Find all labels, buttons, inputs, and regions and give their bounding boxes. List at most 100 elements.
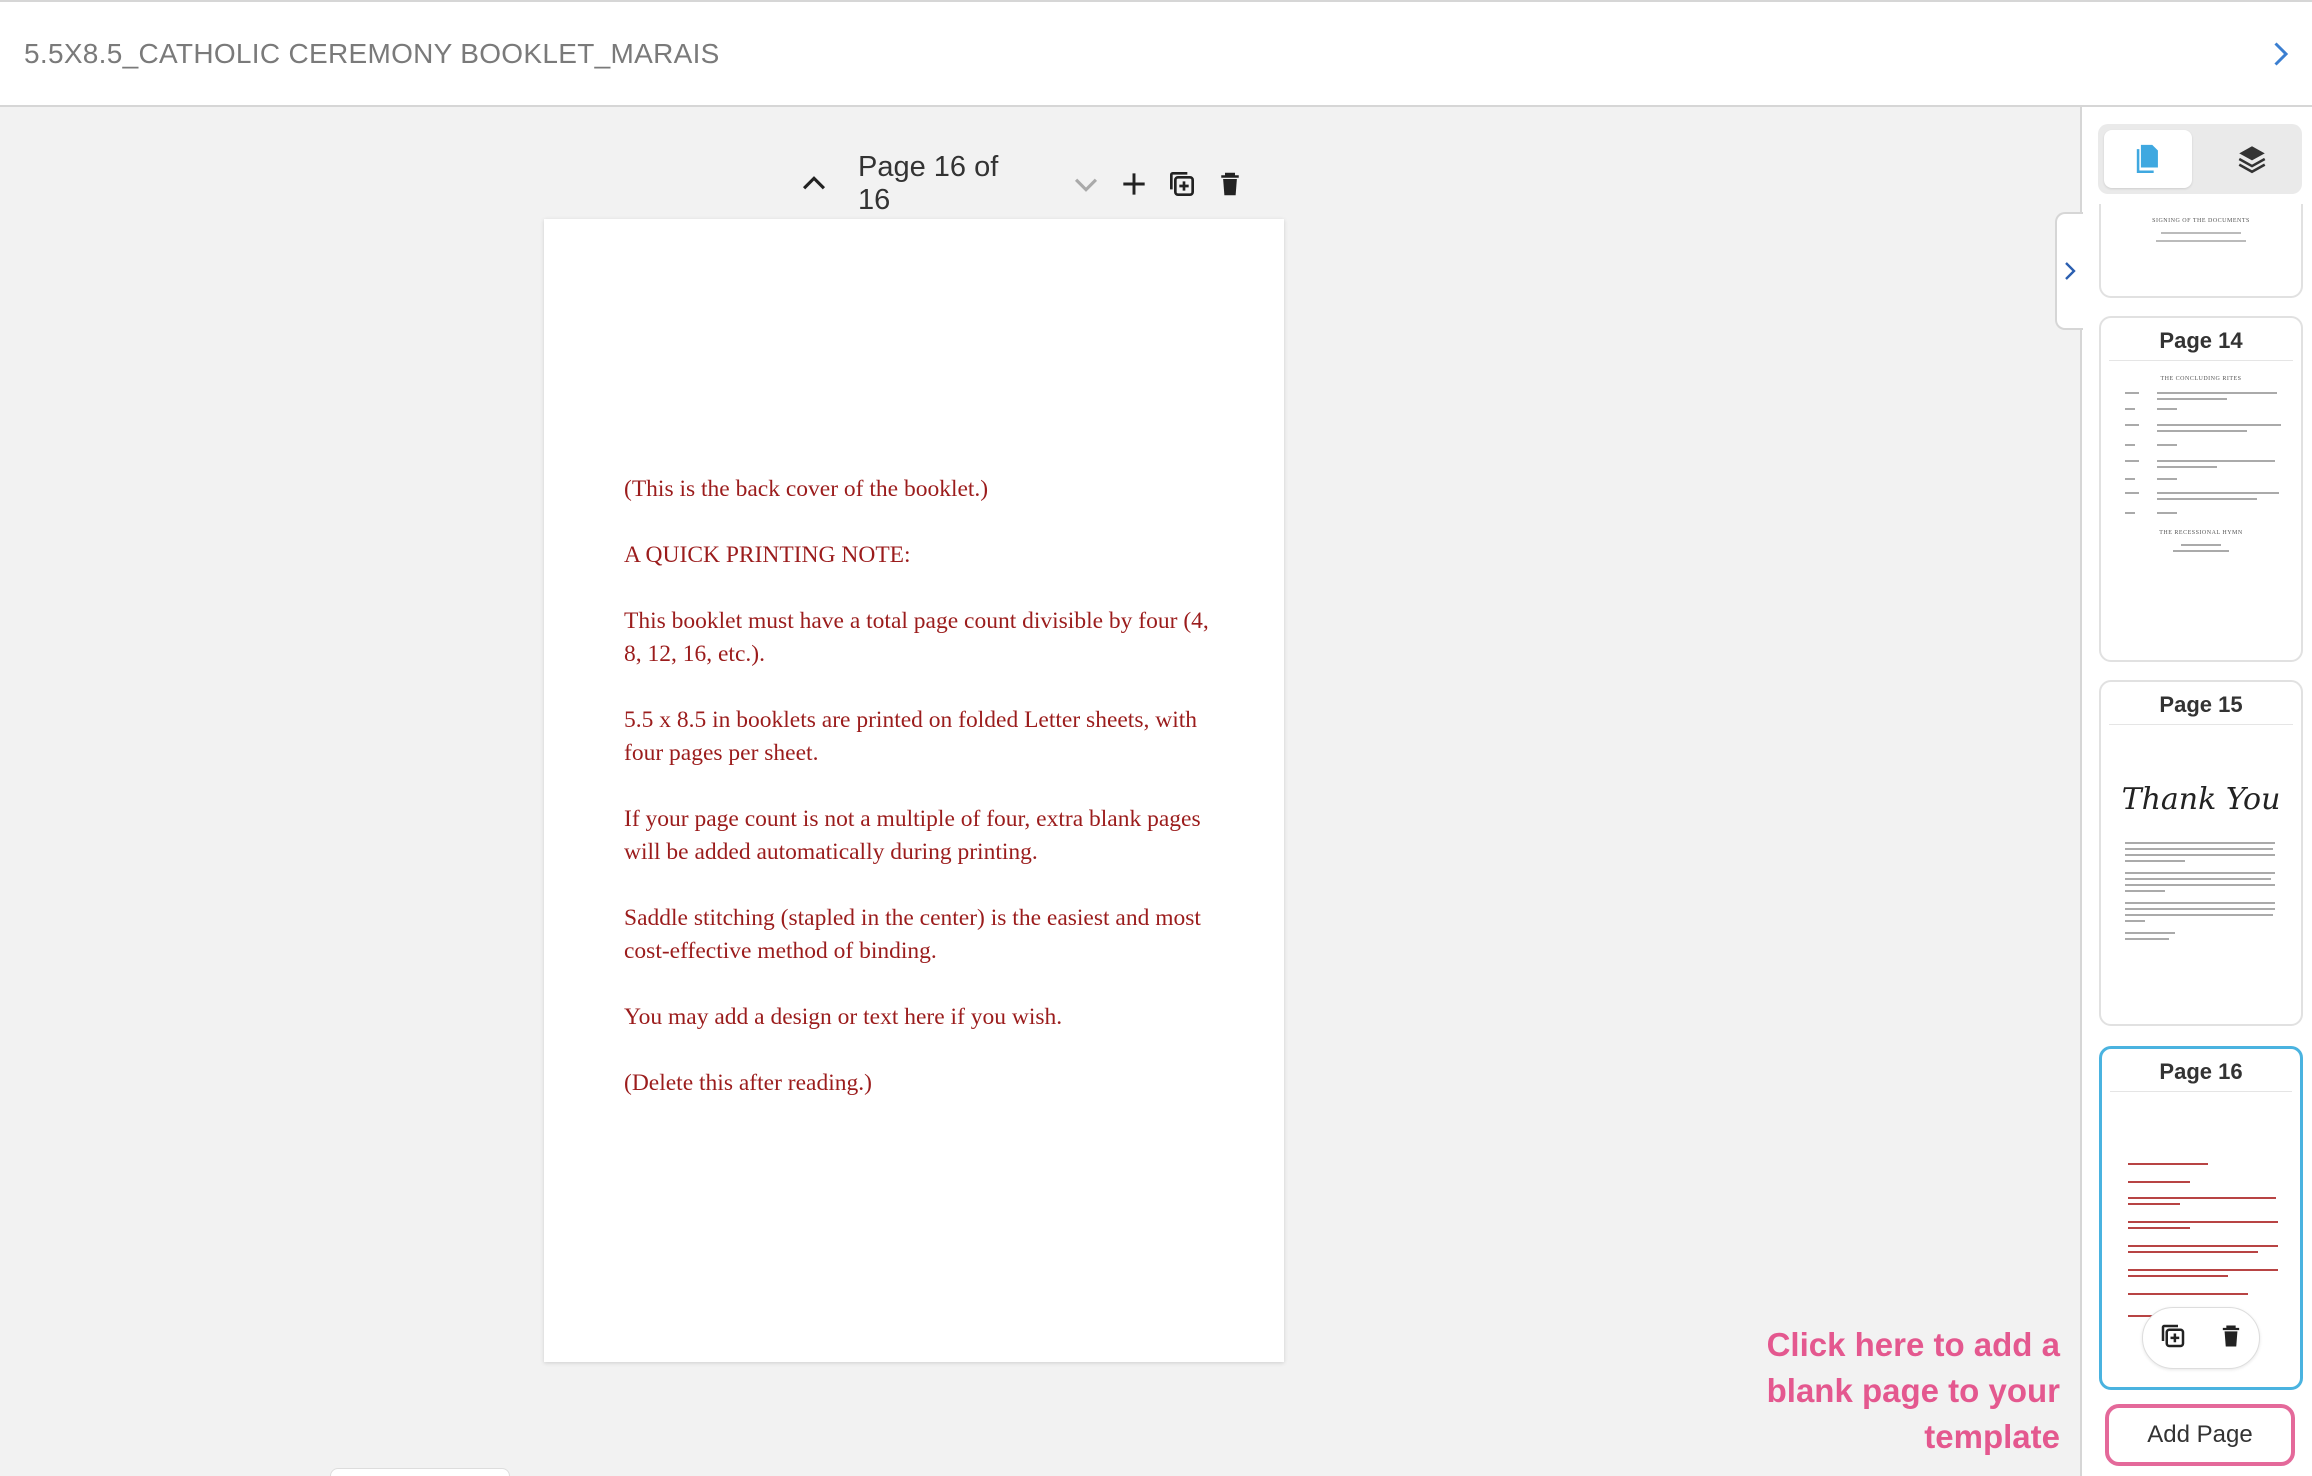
thumbnail-line — [2125, 890, 2165, 892]
thumbnail-line — [2128, 1181, 2190, 1183]
thumbnail-line — [2157, 424, 2281, 426]
page-indicator: Page 16 of 16 — [858, 151, 999, 216]
duplicate-page-button[interactable] — [1158, 160, 1206, 208]
thumbnail-line — [2125, 842, 2275, 844]
thumbnail-line — [2181, 544, 2221, 546]
chevron-up-icon — [802, 176, 826, 190]
thumbnail-line — [2128, 1275, 2228, 1277]
page-paragraph: This booklet must have a total page coun… — [624, 608, 1209, 667]
trash-icon — [1221, 172, 1239, 196]
thumbnail-line — [2125, 460, 2139, 462]
thumbnail-line — [2157, 430, 2247, 432]
thumbnail-heading: SIGNING OF THE DOCUMENTS — [2152, 218, 2250, 224]
sidebar-tab-group — [2098, 124, 2302, 194]
page-canvas[interactable]: (This is the back cover of the booklet.)… — [544, 219, 1284, 1362]
thumbnail-line — [2128, 1221, 2278, 1223]
thumbnail-line — [2125, 884, 2275, 886]
chevron-right-icon[interactable] — [2262, 36, 2298, 72]
next-page-button[interactable] — [1062, 160, 1110, 208]
thumbnail-actions — [2142, 1307, 2260, 1369]
thumbnail-line — [2128, 1251, 2258, 1253]
add-page-button-sidebar[interactable]: Add Page — [2105, 1404, 2295, 1466]
thumbnail-line — [2125, 878, 2271, 880]
thumbnail-line — [2125, 392, 2139, 394]
duplicate-page-thumb-button[interactable] — [2158, 1321, 2188, 1356]
thumbnail-line — [2125, 860, 2185, 862]
thumbnail-divider — [2110, 1091, 2292, 1092]
thumbnail-line — [2157, 478, 2177, 480]
thumbnail-line — [2157, 398, 2227, 400]
thumbnail-line — [2125, 492, 2139, 494]
thumbnail-line — [2125, 854, 2275, 856]
thumbnail-line — [2128, 1227, 2190, 1229]
thumbnail-line — [2157, 492, 2279, 494]
thumbnail-line — [2125, 920, 2145, 922]
thumbnail-label: Page 16 — [2159, 1059, 2243, 1084]
thumbnail-line — [2128, 1269, 2278, 1271]
previous-page-button[interactable] — [790, 160, 838, 208]
pages-icon — [2136, 144, 2158, 174]
callout-annotation: Click here to add a blank page to your t… — [1766, 1326, 2060, 1455]
delete-page-button[interactable] — [1206, 160, 1254, 208]
page-paragraph: If your page count is not a multiple of … — [624, 806, 1201, 865]
thumbnail-line — [2125, 872, 2275, 874]
sidebar-toggle-button[interactable] — [2055, 212, 2083, 330]
thumbnail-divider — [2109, 360, 2293, 361]
thumbnail-line — [2125, 424, 2139, 426]
top-bar: 5.5X8.5_CATHOLIC CEREMONY BOOKLET_MARAIS — [0, 0, 2312, 107]
tab-layers[interactable] — [2208, 130, 2296, 188]
thumbnail-divider — [2109, 724, 2293, 725]
delete-page-thumb-button[interactable] — [2217, 1322, 2245, 1355]
thumbnail-script-heading: Thank You — [2121, 782, 2281, 817]
thumbnail-line — [2157, 498, 2257, 500]
thumbnail-line — [2128, 1163, 2208, 1165]
thumbnail-line — [2125, 938, 2169, 940]
thumbnail-line — [2157, 466, 2217, 468]
page-toolbar: Page 16 of 16 — [790, 151, 1254, 216]
thumbnail-label: Page 14 — [2159, 328, 2243, 353]
page-thumbnail-16[interactable]: Page 16 — [2099, 1046, 2303, 1390]
thumbnail-line — [2156, 240, 2246, 242]
thumbnail-line — [2157, 444, 2177, 446]
page-thumbnail[interactable]: SIGNING OF THE DOCUMENTS — [2099, 204, 2303, 298]
page-paragraph: (This is the back cover of the booklet.) — [624, 476, 989, 502]
thumbnail-line — [2157, 460, 2275, 462]
plus-icon — [1123, 173, 1145, 195]
page-paragraph: A QUICK PRINTING NOTE: — [624, 542, 911, 568]
thumbnail-line — [2125, 512, 2135, 514]
page-paragraph: (Delete this after reading.) — [624, 1070, 872, 1096]
page-thumbnail-14[interactable]: Page 14 THE CONCLUDING RITES THE RECESSI… — [2099, 316, 2303, 662]
thumbnail-subheading: THE RECESSIONAL HYMN — [2159, 530, 2243, 536]
page-text-block[interactable]: (This is the back cover of the booklet.)… — [624, 473, 1224, 1133]
thumbnail-heading: THE CONCLUDING RITES — [2160, 376, 2242, 382]
thumbnail-line — [2125, 932, 2175, 934]
thumbnail-line — [2157, 392, 2277, 394]
thumbnail-line — [2157, 512, 2177, 514]
trash-icon — [2222, 1325, 2239, 1346]
thumbnail-label: Page 15 — [2159, 692, 2243, 717]
thumbnail-line — [2125, 444, 2135, 446]
thumbnail-line — [2128, 1203, 2180, 1205]
duplicate-icon — [1170, 172, 1194, 196]
page-thumbnail-15[interactable]: Page 15 Thank You — [2099, 680, 2303, 1026]
page-paragraph: You may add a design or text here if you… — [624, 1004, 1063, 1030]
thumbnail-line — [2125, 908, 2275, 910]
horizontal-scrollbar[interactable] — [330, 1468, 510, 1476]
layers-icon — [2238, 146, 2266, 174]
chevron-down-icon — [1074, 178, 1098, 192]
thumbnail-line — [2125, 848, 2273, 850]
tab-pages[interactable] — [2104, 130, 2192, 188]
thumbnail-line — [2161, 232, 2241, 234]
thumbnail-line — [2128, 1293, 2248, 1295]
thumbnail-line — [2125, 478, 2135, 480]
page-paragraph: 5.5 x 8.5 in booklets are printed on fol… — [624, 707, 1198, 766]
page-paragraph: Saddle stitching (stapled in the center)… — [624, 905, 1201, 964]
thumbnail-line — [2173, 550, 2229, 552]
thumbnail-line — [2125, 408, 2135, 410]
add-page-button[interactable] — [1110, 160, 1158, 208]
thumbnail-line — [2125, 914, 2273, 916]
thumbnail-line — [2128, 1197, 2276, 1199]
chevron-right-icon — [2065, 262, 2076, 280]
thumbnail-line — [2125, 902, 2275, 904]
thumbnail-line — [2128, 1245, 2278, 1247]
